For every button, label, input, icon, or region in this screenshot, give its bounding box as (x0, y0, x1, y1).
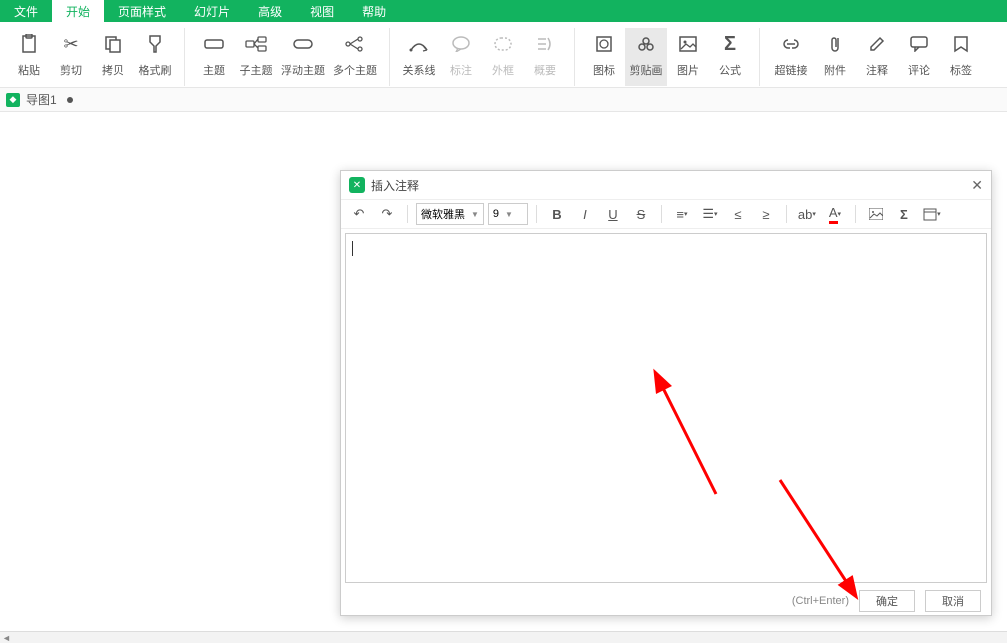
paperclip-icon (828, 30, 842, 58)
sigma-icon: Σ (724, 30, 736, 58)
multi-topic-icon (344, 30, 366, 58)
tag-button[interactable]: 标签 (940, 28, 982, 86)
horizontal-scrollbar[interactable]: ◄ (0, 631, 1007, 643)
image-icon (679, 30, 697, 58)
insert-date-button[interactable]: ▾ (920, 202, 944, 226)
insert-note-dialog: ✕ 插入注释 ✕ ↶ ↷ 微软雅黑▼ 9▼ B I U S ≡▾ ☰▾ ≤ ≥ … (340, 170, 992, 616)
speech-icon (910, 30, 928, 58)
menu-file[interactable]: 文件 (0, 0, 52, 22)
undo-button[interactable]: ↶ (347, 202, 371, 226)
bold-button[interactable]: B (545, 202, 569, 226)
list-button[interactable]: ☰▾ (698, 202, 722, 226)
dialog-titlebar[interactable]: ✕ 插入注释 ✕ (341, 171, 991, 199)
formula-button[interactable]: Σ公式 (709, 28, 751, 86)
clipart-button[interactable]: 剪贴画 (625, 28, 667, 86)
underline-button[interactable]: U (601, 202, 625, 226)
topic-button[interactable]: 主题 (193, 28, 235, 86)
indent-button[interactable]: ≥ (754, 202, 778, 226)
dialog-close-button[interactable]: ✕ (971, 177, 983, 194)
menu-view[interactable]: 视图 (296, 0, 348, 22)
menu-help[interactable]: 帮助 (348, 0, 400, 22)
strikethrough-button[interactable]: S (629, 202, 653, 226)
doc-icon: ◆ (6, 93, 20, 107)
clipboard-icon (20, 30, 38, 58)
group-insert2: 图标 剪贴画 图片 Σ公式 (575, 28, 760, 86)
dialog-icon: ✕ (349, 177, 365, 193)
dialog-footer: (Ctrl+Enter) 确定 取消 (341, 587, 991, 615)
scroll-left-icon[interactable]: ◄ (2, 633, 11, 643)
multi-topic-button[interactable]: 多个主题 (329, 28, 381, 86)
font-style-button[interactable]: ab▾ (795, 202, 819, 226)
document-tab-bar: ◆ 导图1 (0, 88, 1007, 112)
group-insert3: 超链接 附件 注释 评论 标签 (760, 28, 990, 86)
doc-tab[interactable]: 导图1 (26, 91, 57, 108)
group-topics: 主题 子主题 浮动主题 多个主题 (185, 28, 390, 86)
relation-button[interactable]: 关系线 (398, 28, 440, 86)
attachment-button[interactable]: 附件 (814, 28, 856, 86)
menu-advanced[interactable]: 高级 (244, 0, 296, 22)
font-color-button[interactable]: A▾ (823, 202, 847, 226)
cancel-button[interactable]: 取消 (925, 590, 981, 612)
paste-button[interactable]: 粘贴 (8, 28, 50, 86)
summary-button[interactable]: 概要 (524, 28, 566, 86)
modified-dot-icon (67, 97, 73, 103)
chevron-down-icon: ▼ (471, 210, 479, 219)
italic-button[interactable]: I (573, 202, 597, 226)
subtopic-icon (245, 30, 267, 58)
insert-formula-button[interactable]: Σ (892, 202, 916, 226)
link-icon (781, 30, 801, 58)
group-insert1: 关系线 标注 外框 概要 (390, 28, 575, 86)
redo-button[interactable]: ↷ (375, 202, 399, 226)
ribbon: 粘贴 ✂剪切 拷贝 格式刷 主题 子主题 浮动主题 多个主题 关系线 标注 外框… (0, 22, 1007, 88)
callout-button[interactable]: 标注 (440, 28, 482, 86)
floating-topic-button[interactable]: 浮动主题 (277, 28, 329, 86)
copy-icon (104, 30, 122, 58)
hyperlink-button[interactable]: 超链接 (768, 28, 814, 86)
outdent-button[interactable]: ≤ (726, 202, 750, 226)
ok-button[interactable]: 确定 (859, 590, 915, 612)
font-family-select[interactable]: 微软雅黑▼ (416, 203, 484, 225)
callout-icon (452, 30, 470, 58)
note-textarea[interactable] (345, 233, 987, 583)
pencil-icon (868, 30, 886, 58)
scissors-icon: ✂ (63, 30, 78, 58)
iconset-icon (595, 30, 613, 58)
floating-topic-icon (293, 30, 313, 58)
format-painter-button[interactable]: 格式刷 (134, 28, 176, 86)
icon-button[interactable]: 图标 (583, 28, 625, 86)
group-clipboard: 粘贴 ✂剪切 拷贝 格式刷 (0, 28, 185, 86)
dialog-toolbar: ↶ ↷ 微软雅黑▼ 9▼ B I U S ≡▾ ☰▾ ≤ ≥ ab▾ A▾ Σ … (341, 199, 991, 229)
summary-icon (536, 30, 554, 58)
menu-start[interactable]: 开始 (52, 0, 104, 22)
shortcut-hint: (Ctrl+Enter) (792, 595, 849, 607)
note-button[interactable]: 注释 (856, 28, 898, 86)
clipart-icon (637, 30, 655, 58)
insert-image-button[interactable] (864, 202, 888, 226)
topic-icon (204, 30, 224, 58)
copy-button[interactable]: 拷贝 (92, 28, 134, 86)
boundary-icon (494, 30, 512, 58)
brush-icon (146, 30, 164, 58)
align-button[interactable]: ≡▾ (670, 202, 694, 226)
relation-icon (409, 30, 429, 58)
cut-button[interactable]: ✂剪切 (50, 28, 92, 86)
comment-button[interactable]: 评论 (898, 28, 940, 86)
subtopic-button[interactable]: 子主题 (235, 28, 277, 86)
image-button[interactable]: 图片 (667, 28, 709, 86)
boundary-button[interactable]: 外框 (482, 28, 524, 86)
font-size-select[interactable]: 9▼ (488, 203, 528, 225)
menu-slides[interactable]: 幻灯片 (180, 0, 244, 22)
dialog-title: 插入注释 (371, 177, 419, 194)
text-cursor (352, 241, 353, 256)
menu-bar: 文件 开始 页面样式 幻灯片 高级 视图 帮助 (0, 0, 1007, 22)
menu-pagestyle[interactable]: 页面样式 (104, 0, 180, 22)
chevron-down-icon: ▼ (505, 210, 513, 219)
tag-icon (953, 30, 969, 58)
